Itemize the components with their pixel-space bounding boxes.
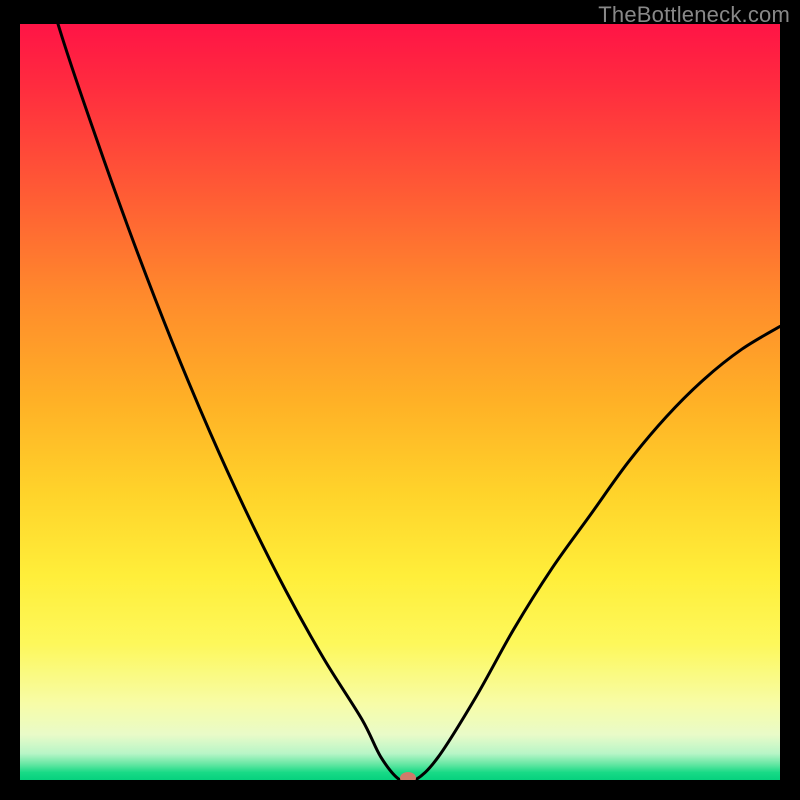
plot-area bbox=[20, 24, 780, 780]
optimum-marker bbox=[400, 772, 416, 780]
chart-frame: TheBottleneck.com bbox=[0, 0, 800, 800]
bottleneck-curve bbox=[20, 24, 780, 780]
